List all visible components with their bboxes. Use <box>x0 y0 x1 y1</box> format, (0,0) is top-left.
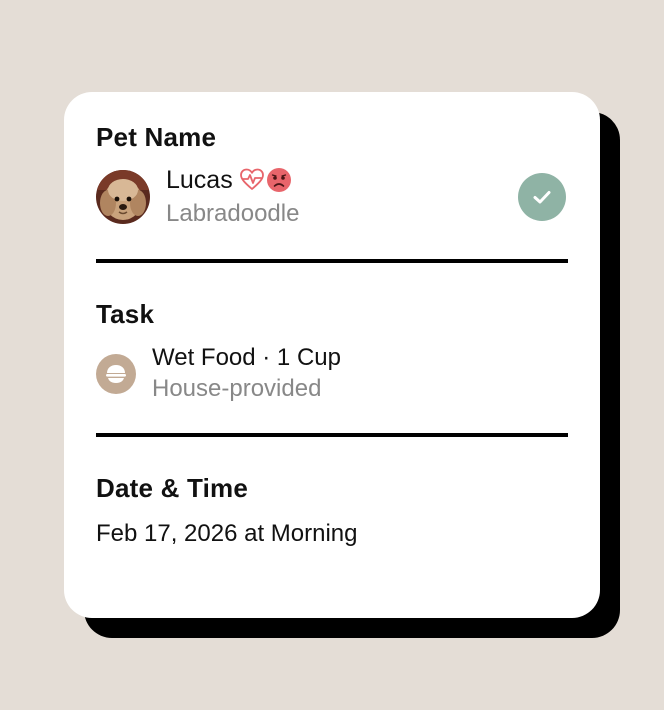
page: Pet Name Lucas Labradoodle Task Wet Food… <box>0 0 664 710</box>
divider <box>96 433 568 437</box>
heart-pulse-icon <box>239 168 265 192</box>
task-section: Task Wet Food · 1 Cup House-provided <box>96 297 568 405</box>
pet-breed: Labradoodle <box>166 199 300 227</box>
date-section-title: Date & Time <box>96 473 248 503</box>
check-button[interactable] <box>518 173 566 221</box>
pet-row[interactable]: Lucas Labradoodle <box>96 166 568 227</box>
task-section-title: Task <box>96 299 155 329</box>
food-bowl-icon <box>96 354 136 394</box>
sad-face-icon <box>266 167 292 193</box>
pet-info: Lucas Labradoodle <box>166 165 518 230</box>
date-value: Feb 17, 2026 at Morning <box>96 520 358 547</box>
task-row[interactable]: Wet Food · 1 Cup House-provided <box>96 343 568 405</box>
task-card: Pet Name Lucas Labradoodle Task Wet Food… <box>64 92 600 618</box>
pet-avatar <box>96 170 150 224</box>
date-section: Date & Time Feb 17, 2026 at Morning <box>96 471 568 549</box>
pet-name: Lucas <box>166 165 233 194</box>
check-icon <box>533 191 551 204</box>
task-info: Wet Food · 1 Cup House-provided <box>152 343 341 405</box>
divider <box>96 259 568 263</box>
pet-section-title: Pet Name <box>96 122 217 152</box>
task-source: House-provided <box>152 375 322 402</box>
task-name: Wet Food · 1 Cup <box>152 344 341 371</box>
pet-section: Pet Name Lucas Labradoodle <box>96 120 568 227</box>
